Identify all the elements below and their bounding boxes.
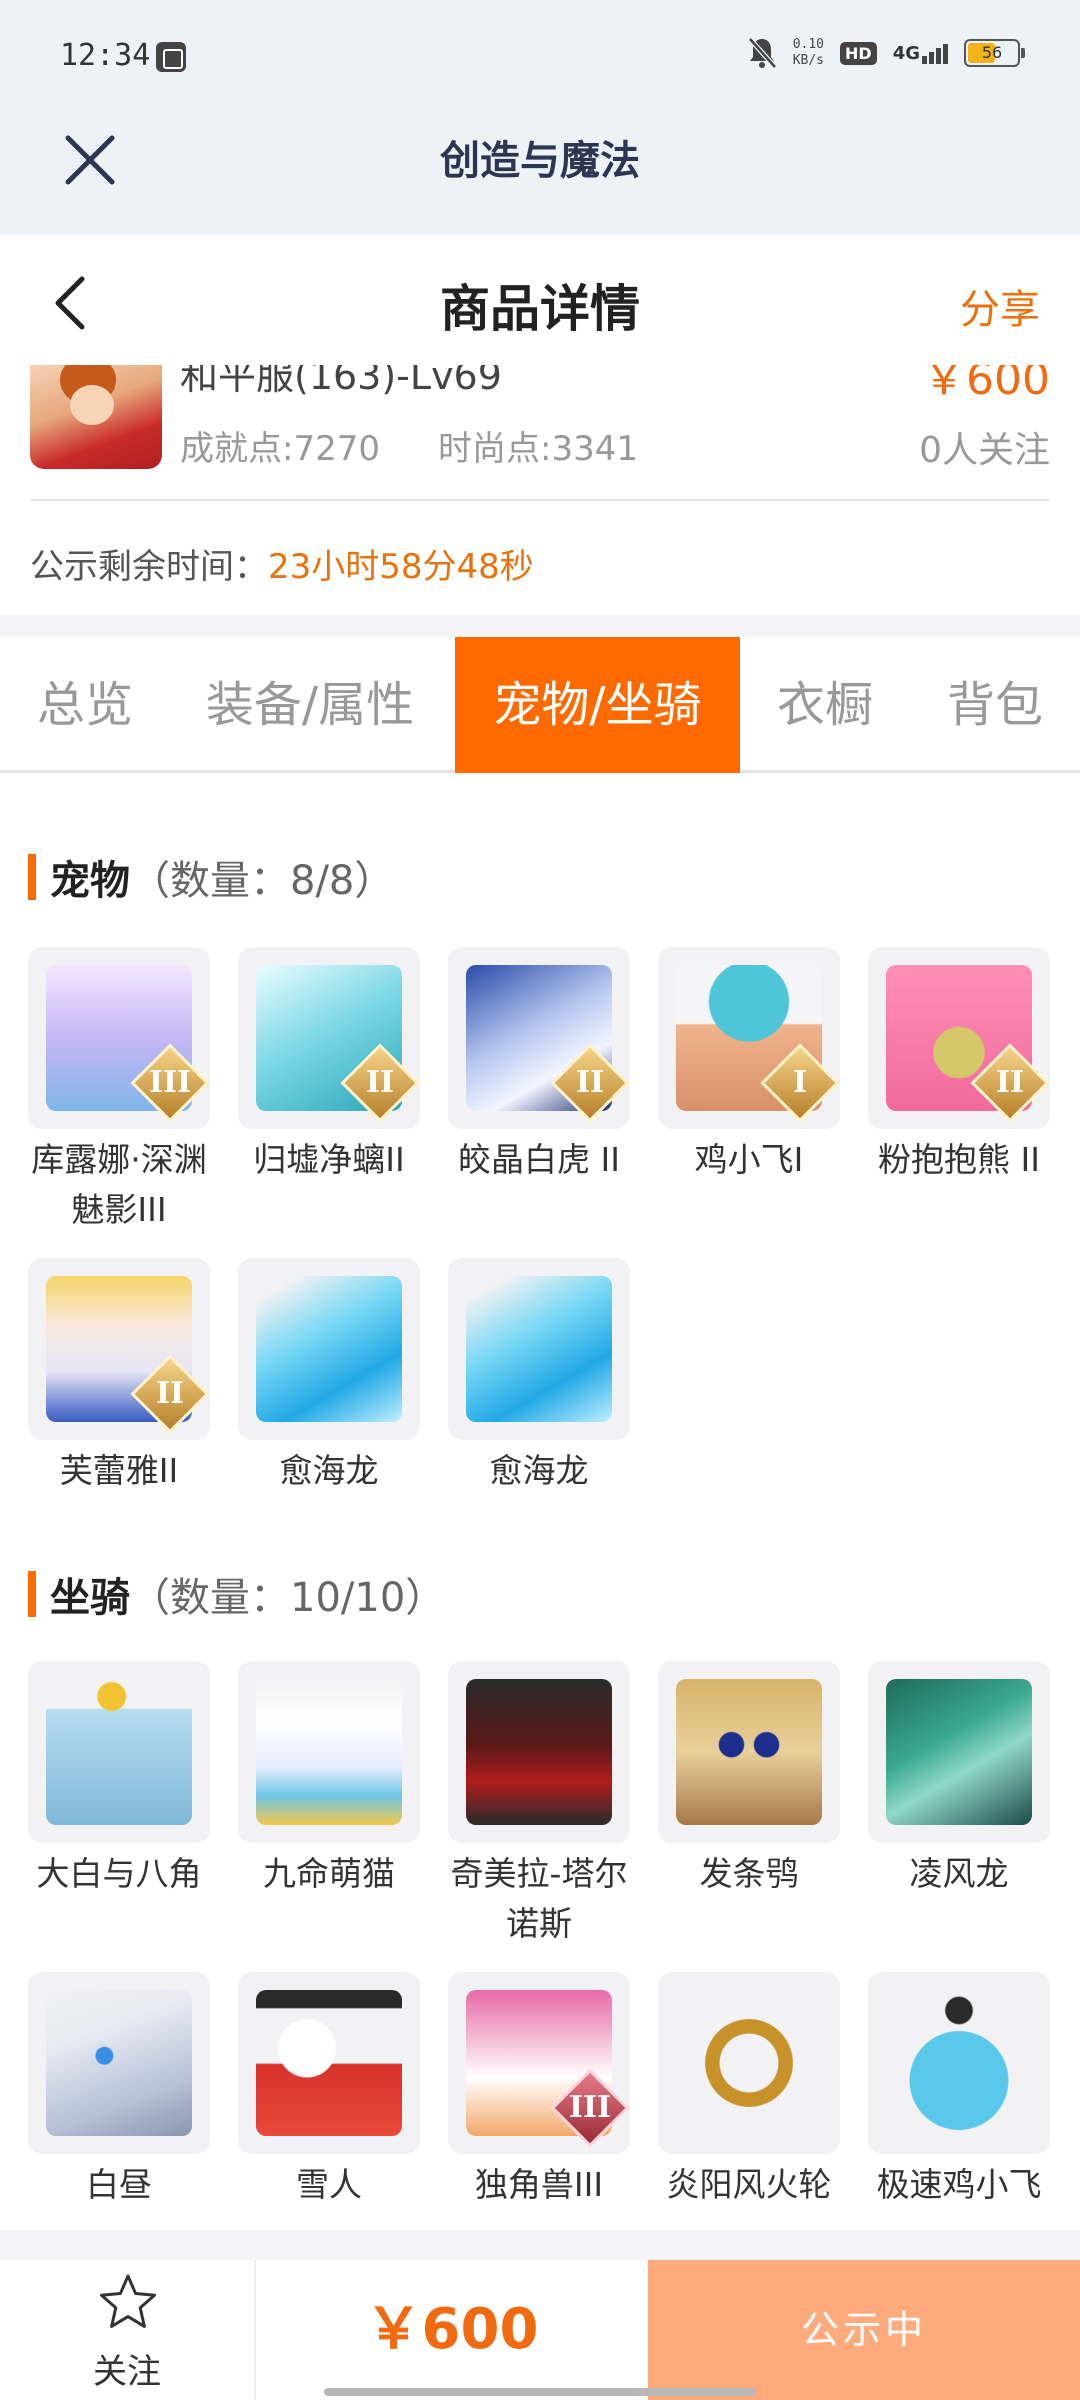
pet-item[interactable]: 愈海龙 bbox=[238, 1258, 420, 1496]
mounts-section-title: 坐骑 （数量：10/10） bbox=[28, 1565, 445, 1623]
tab-backpack[interactable]: 背包 bbox=[920, 637, 1070, 773]
pet-name: 库露娜·深渊魅影III bbox=[31, 1140, 207, 1229]
pet-item[interactable]: II 归墟净螭II bbox=[238, 947, 420, 1185]
countdown-value: 23小时58分48秒 bbox=[268, 547, 534, 587]
mount-name: 凌风龙 bbox=[909, 1854, 1009, 1893]
home-indicator[interactable] bbox=[324, 2388, 756, 2396]
pet-item[interactable]: I 鸡小飞I bbox=[658, 947, 840, 1185]
battery-icon: 56 bbox=[964, 39, 1025, 67]
pet-item[interactable]: 愈海龙 bbox=[448, 1258, 630, 1496]
pet-item[interactable]: II 粉抱抱熊 II bbox=[868, 947, 1050, 1185]
section-gap bbox=[0, 615, 1080, 637]
mount-item[interactable]: 白昼 bbox=[28, 1972, 210, 2210]
bottom-action-bar: 关注 ￥600 公示中 bbox=[0, 2260, 1080, 2400]
status-bar: 12:34 0.10 KB/s HD 4G 56 bbox=[0, 0, 1080, 110]
pet-item[interactable]: II 芙蕾雅II bbox=[28, 1258, 210, 1496]
mount-item[interactable]: 九命萌猫 bbox=[238, 1661, 420, 1899]
share-button[interactable]: 分享 bbox=[960, 277, 1040, 335]
pet-name: 愈海龙 bbox=[489, 1451, 589, 1490]
pet-item[interactable]: III 库露娜·深渊魅影III bbox=[28, 947, 210, 1235]
tab-pets-mounts[interactable]: 宠物/坐骑 bbox=[455, 637, 740, 773]
mute-bell-icon bbox=[747, 37, 777, 69]
mount-item[interactable]: 奇美拉-塔尔诺斯 bbox=[448, 1661, 630, 1949]
character-stats: 成就点:7270 时尚点:3341 bbox=[180, 421, 638, 470]
page-header: 商品详情 分享 bbox=[0, 235, 1080, 365]
pets-section-title: 宠物 （数量：8/8） bbox=[28, 848, 394, 906]
mount-name: 发条鸮 bbox=[699, 1854, 799, 1893]
tab-overview[interactable]: 总览 bbox=[0, 637, 170, 773]
snowman-mount-icon bbox=[256, 1990, 402, 2136]
mount-name: 雪人 bbox=[296, 2165, 362, 2204]
fashion-points: 时尚点:3341 bbox=[437, 429, 638, 469]
whale-mount-icon bbox=[46, 1679, 192, 1825]
pet-name: 愈海龙 bbox=[279, 1451, 379, 1490]
pet-name: 粉抱抱熊 II bbox=[878, 1140, 1040, 1179]
status-time: 12:34 bbox=[60, 38, 151, 73]
mount-name: 白昼 bbox=[86, 2165, 152, 2204]
mount-item[interactable]: 极速鸡小飞 bbox=[868, 1972, 1050, 2210]
fire-wheel-mount-icon bbox=[676, 1990, 822, 2136]
app-notification-icon bbox=[156, 42, 186, 72]
pet-name: 皎晶白虎 II bbox=[458, 1140, 620, 1179]
owl-mount-icon bbox=[676, 1679, 822, 1825]
white-dragon-mount-icon bbox=[46, 1990, 192, 2136]
mount-name: 炎阳风火轮 bbox=[666, 2165, 832, 2204]
star-icon bbox=[100, 2274, 156, 2328]
bottom-price: ￥600 bbox=[365, 2297, 539, 2362]
detail-tabs: 总览 装备/属性 宠物/坐骑 衣橱 背包 bbox=[0, 637, 1080, 773]
pet-item[interactable]: II 皎晶白虎 II bbox=[448, 947, 630, 1185]
sea-dragon-pet-icon bbox=[466, 1276, 612, 1422]
bottom-gap bbox=[0, 2230, 1080, 2260]
mounts-count: （数量：10/10） bbox=[130, 1575, 446, 1621]
blue-chick-mount-icon bbox=[886, 1990, 1032, 2136]
product-summary: 和平服(163)-Lv69 成就点:7270 时尚点:3341 ￥600 0人关注… bbox=[0, 365, 1080, 615]
divider bbox=[30, 499, 1050, 501]
publicity-countdown: 公示剩余时间：23小时58分48秒 bbox=[30, 547, 534, 587]
mount-item[interactable]: 雪人 bbox=[238, 1972, 420, 2210]
pet-name: 归墟净螭II bbox=[253, 1140, 405, 1179]
mount-name: 大白与八角 bbox=[36, 1854, 202, 1893]
signal-icon: 4G bbox=[893, 43, 948, 64]
mount-item[interactable]: 炎阳风火轮 bbox=[658, 1972, 840, 2210]
pet-name: 芙蕾雅II bbox=[59, 1451, 179, 1490]
mount-name: 奇美拉-塔尔诺斯 bbox=[450, 1854, 628, 1943]
network-speed: 0.10 KB/s bbox=[792, 37, 825, 68]
mount-name: 九命萌猫 bbox=[263, 1854, 395, 1893]
mount-item[interactable]: 凌风龙 bbox=[868, 1661, 1050, 1899]
server-level: 和平服(163)-Lv69 bbox=[180, 365, 502, 398]
publicity-status-button[interactable]: 公示中 bbox=[648, 2260, 1080, 2400]
product-price: ￥600 bbox=[922, 365, 1050, 405]
pets-count: （数量：8/8） bbox=[130, 858, 395, 904]
mount-item[interactable]: 大白与八角 bbox=[28, 1661, 210, 1899]
status-icons: 0.10 KB/s HD 4G 56 bbox=[747, 36, 1025, 70]
page-title: 商品详情 bbox=[440, 280, 640, 338]
chimera-mount-icon bbox=[466, 1679, 612, 1825]
tab-wardrobe[interactable]: 衣橱 bbox=[750, 637, 900, 773]
tab-equipment[interactable]: 装备/属性 bbox=[190, 637, 430, 773]
character-avatar bbox=[30, 365, 162, 469]
mount-item[interactable]: III 独角兽III bbox=[448, 1972, 630, 2210]
hd-icon: HD bbox=[840, 41, 877, 65]
pet-name: 鸡小飞I bbox=[694, 1140, 804, 1179]
mount-item[interactable]: 发条鸮 bbox=[658, 1661, 840, 1899]
green-dragon-mount-icon bbox=[886, 1679, 1032, 1825]
app-bar: 创造与魔法 bbox=[0, 110, 1080, 235]
mount-name: 独角兽III bbox=[474, 2165, 604, 2204]
white-cat-mount-icon bbox=[256, 1679, 402, 1825]
sea-dragon-pet-icon bbox=[256, 1276, 402, 1422]
app-title: 创造与魔法 bbox=[440, 137, 640, 184]
achievement-points: 成就点:7270 bbox=[180, 429, 380, 469]
mount-name: 极速鸡小飞 bbox=[876, 2165, 1042, 2204]
follower-count: 0人关注 bbox=[919, 430, 1050, 471]
follow-button[interactable]: 关注 bbox=[0, 2260, 256, 2400]
